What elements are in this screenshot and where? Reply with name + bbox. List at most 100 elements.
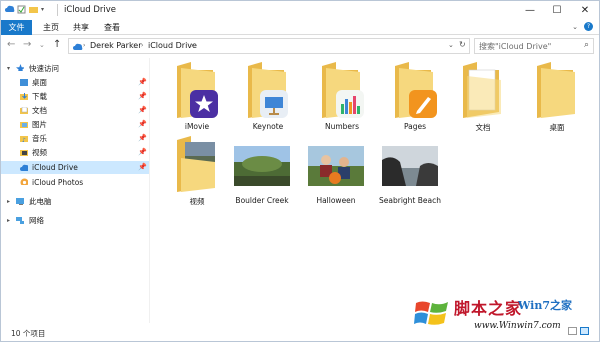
desktop-folder-icon (20, 79, 28, 86)
file-item-keynote[interactable]: Keynote (236, 60, 300, 134)
photo-thumbnail (382, 146, 438, 186)
title-bar: ▾ iCloud Drive — ☐ ✕ (1, 1, 599, 20)
file-item-boulder-creek[interactable]: Boulder Creek (234, 134, 290, 208)
music-folder-icon: ♪ (20, 136, 28, 142)
tab-view[interactable]: 查看 (100, 20, 124, 35)
address-field[interactable]: › Derek Parker › iCloud Drive › ⌄ ↻ (68, 38, 470, 54)
icloud-icon (20, 164, 28, 171)
properties-icon[interactable] (17, 5, 26, 14)
file-name: Halloween (316, 196, 356, 205)
up-arrow-icon[interactable]: ↑ (53, 39, 61, 50)
doc-folder-icon (463, 62, 501, 118)
file-item-pages[interactable]: Pages (383, 60, 447, 134)
breadcrumb-separator-icon: › (191, 42, 194, 49)
watermark-url: www.Winwin7.com (474, 321, 561, 331)
minimize-button[interactable]: — (516, 1, 544, 20)
pin-icon[interactable]: 📌 (138, 146, 147, 159)
file-name: Boulder Creek (235, 196, 289, 205)
file-item-seabright-beach[interactable]: Seabright Beach (379, 134, 441, 208)
ribbon-tabs: 文件 主页 共享 查看 ⌄ ? (1, 20, 599, 35)
sidebar-label: 网络 (29, 216, 44, 225)
navigation-pane: ▾ 快速访问 桌面 📌 下载 📌 文档 📌 图片 📌 ♪ 音乐 📌 视频 📌 i… (1, 58, 149, 323)
pages-icon (409, 90, 437, 118)
watermark-subtitle: Win7之家 (518, 299, 572, 312)
documents-folder-icon (20, 107, 28, 114)
icloud-icon[interactable] (5, 5, 15, 14)
address-dropdown-icon[interactable]: ⌄ (448, 41, 454, 49)
breadcrumb-item[interactable]: iCloud Drive (148, 41, 197, 50)
star-icon (16, 64, 24, 71)
pin-icon[interactable]: 📌 (138, 132, 147, 145)
chevron-down-icon[interactable]: ▾ (41, 5, 50, 14)
quick-access-toolbar: ▾ (5, 5, 50, 14)
close-button[interactable]: ✕ (571, 1, 599, 20)
file-name: 桌面 (549, 123, 565, 132)
sidebar-item-this-pc[interactable]: ▸ 此电脑 (1, 195, 149, 208)
file-name: Numbers (324, 122, 360, 131)
sidebar-item-videos[interactable]: 视频 📌 (1, 146, 149, 159)
refresh-icon[interactable]: ↻ (459, 40, 466, 49)
chevron-down-icon[interactable]: ▾ (7, 62, 10, 75)
computer-icon (16, 198, 24, 205)
sidebar-quick-access[interactable]: ▾ 快速访问 (1, 62, 149, 75)
tab-file[interactable]: 文件 (1, 20, 32, 35)
windows-logo-icon (414, 301, 448, 325)
file-item-numbers[interactable]: Numbers (310, 60, 374, 134)
pin-icon[interactable]: 📌 (138, 90, 147, 103)
search-icon[interactable]: ⌕ (584, 40, 589, 50)
sidebar-item-icloud-photos[interactable]: iCloud Photos (1, 176, 149, 189)
file-item-halloween[interactable]: Halloween (308, 134, 364, 208)
maximize-button[interactable]: ☐ (543, 1, 571, 20)
sidebar-label: iCloud Photos (32, 178, 84, 187)
sidebar-label: 桌面 (32, 78, 47, 87)
sidebar-item-documents[interactable]: 文档 📌 (1, 104, 149, 117)
pictures-folder-icon (20, 122, 28, 128)
photo-thumbnail (234, 146, 290, 186)
sidebar-item-icloud-drive[interactable]: iCloud Drive 📌 (1, 161, 149, 174)
chevron-right-icon[interactable]: ▸ (7, 214, 10, 227)
tab-share[interactable]: 共享 (69, 20, 93, 35)
sidebar-item-music[interactable]: ♪ 音乐 📌 (1, 132, 149, 145)
file-name: Seabright Beach (379, 196, 441, 205)
file-name: 文档 (475, 123, 491, 132)
keynote-icon (260, 90, 288, 118)
folder-icon (537, 62, 575, 118)
breadcrumb-separator-icon: › (141, 42, 144, 49)
breadcrumb-item[interactable]: Derek Parker (90, 41, 142, 50)
pin-icon[interactable]: 📌 (138, 76, 147, 89)
status-item-count: 10 个项目 (11, 329, 46, 338)
help-icon[interactable]: ? (584, 22, 593, 31)
new-folder-icon[interactable] (29, 5, 38, 14)
sidebar-item-downloads[interactable]: 下载 📌 (1, 90, 149, 103)
pin-icon[interactable]: 📌 (138, 118, 147, 131)
sidebar-label: 快速访问 (29, 64, 59, 73)
sidebar-item-desktop[interactable]: 桌面 📌 (1, 76, 149, 89)
window-title: iCloud Drive (64, 5, 117, 15)
search-placeholder: 搜索"iCloud Drive" (479, 42, 552, 51)
title-separator (57, 4, 58, 16)
sidebar-label: 文档 (32, 106, 47, 115)
address-bar-row: ← → ⌄ ↑ › Derek Parker › iCloud Drive › … (1, 36, 599, 56)
photo-thumbnail (308, 146, 364, 186)
watermark: 脚本之家 Win7之家 www.Winwin7.com (414, 291, 599, 339)
ribbon-controls: ⌄ ? (572, 22, 593, 31)
file-item-desktop[interactable]: 桌面 (525, 60, 589, 134)
sidebar-item-pictures[interactable]: 图片 📌 (1, 118, 149, 131)
pin-icon[interactable]: 📌 (138, 104, 147, 117)
expand-ribbon-icon[interactable]: ⌄ (572, 23, 578, 31)
forward-arrow-icon[interactable]: → (23, 39, 31, 50)
file-item-documents[interactable]: 文档 (451, 60, 515, 134)
photo-folder-icon (177, 136, 215, 192)
sidebar-label: 音乐 (32, 134, 47, 143)
sidebar-item-network[interactable]: ▸ 网络 (1, 214, 149, 227)
tab-home[interactable]: 主页 (39, 20, 63, 35)
sidebar-label: 此电脑 (29, 197, 52, 206)
svg-text:♪: ♪ (22, 137, 26, 142)
recent-locations-icon[interactable]: ⌄ (39, 41, 45, 49)
pane-splitter[interactable] (149, 58, 150, 323)
file-item-imovie[interactable]: iMovie (165, 60, 229, 134)
chevron-right-icon[interactable]: ▸ (7, 195, 10, 208)
search-input[interactable]: 搜索"iCloud Drive" ⌕ (474, 38, 594, 54)
pin-icon[interactable]: 📌 (138, 161, 147, 174)
back-arrow-icon[interactable]: ← (7, 39, 15, 50)
